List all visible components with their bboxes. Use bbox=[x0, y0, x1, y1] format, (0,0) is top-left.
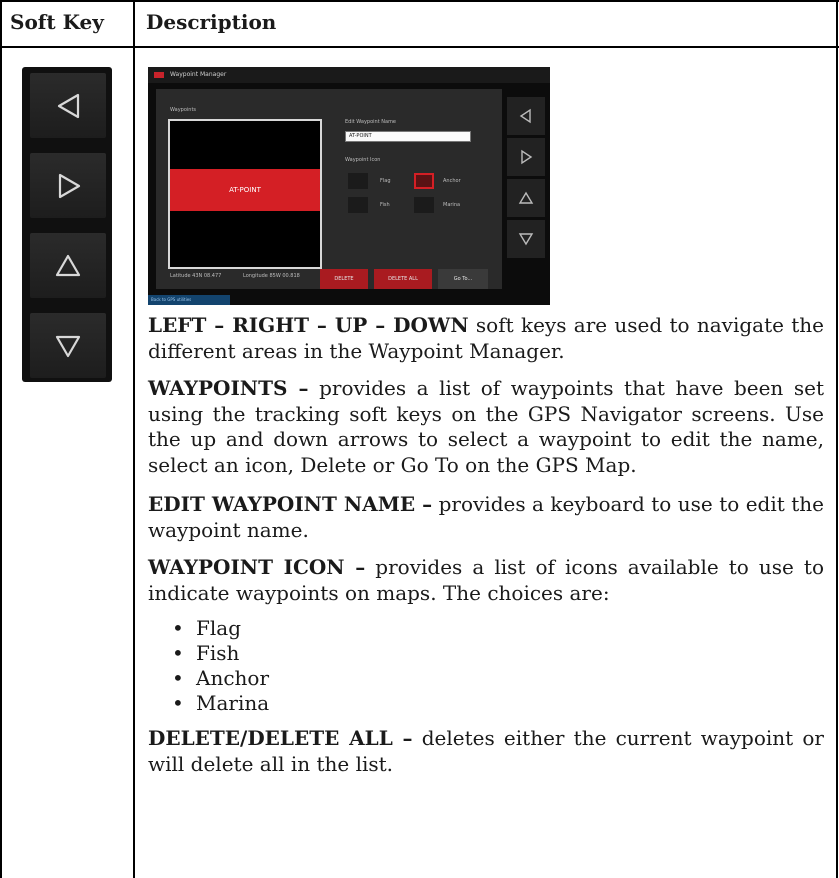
navigation-keys-paragraph: LEFT – RIGHT – UP – DOWN soft keys are u… bbox=[148, 313, 824, 364]
longitude-readout: Longitude 85W 00.818 bbox=[243, 273, 300, 279]
brand-logo-icon bbox=[154, 72, 164, 78]
table-border-left bbox=[0, 0, 2, 878]
header-description: Description bbox=[146, 10, 277, 34]
soft-key-strip bbox=[22, 67, 112, 382]
screen-up-key[interactable] bbox=[507, 179, 545, 217]
list-item: Flag bbox=[172, 616, 269, 641]
down-soft-key[interactable] bbox=[30, 313, 106, 378]
waypoints-label: Waypoints bbox=[170, 107, 197, 113]
anchor-option-icon[interactable] bbox=[414, 173, 434, 189]
list-item: Marina bbox=[172, 691, 269, 716]
list-item: Anchor bbox=[172, 666, 269, 691]
screen-left-key[interactable] bbox=[507, 97, 545, 135]
waypoint-name-field[interactable]: AT-POINT bbox=[345, 131, 471, 142]
icon-choices-list: Flag Fish Anchor Marina bbox=[172, 616, 269, 716]
table-column-divider bbox=[133, 0, 135, 878]
left-arrow-icon bbox=[519, 108, 531, 124]
left-arrow-icon bbox=[57, 93, 80, 119]
delete-paragraph: DELETE/DELETE ALL – deletes either the c… bbox=[148, 726, 824, 777]
waypoint-icon-term: WAYPOINT ICON – bbox=[148, 555, 366, 579]
list-item: Fish bbox=[172, 641, 269, 666]
table-header-divider bbox=[0, 46, 839, 48]
down-arrow-icon bbox=[518, 233, 534, 246]
anchor-option-label: Anchor bbox=[443, 178, 461, 184]
waypoints-paragraph: WAYPOINTS – provides a list of waypoints… bbox=[148, 376, 824, 478]
left-soft-key[interactable] bbox=[30, 73, 106, 138]
edit-name-paragraph: EDIT WAYPOINT NAME – provides a keyboard… bbox=[148, 492, 824, 543]
delete-button[interactable]: DELETE bbox=[320, 269, 368, 289]
waypoint-icon-label: Waypoint Icon bbox=[345, 157, 381, 163]
waypoint-manager-screenshot: Waypoint Manager Waypoints AT-POINT Edit… bbox=[148, 67, 550, 305]
up-arrow-icon bbox=[518, 191, 534, 204]
edit-name-label: Edit Waypoint Name bbox=[345, 119, 397, 125]
waypoint-icon-paragraph: WAYPOINT ICON – provides a list of icons… bbox=[148, 555, 824, 606]
right-arrow-icon bbox=[58, 173, 81, 199]
marina-option-label: Marina bbox=[443, 202, 461, 208]
marina-option-icon[interactable] bbox=[414, 197, 434, 213]
fish-option-icon[interactable] bbox=[348, 197, 368, 213]
down-arrow-icon bbox=[55, 335, 81, 358]
flag-option-label: Flag bbox=[380, 178, 391, 184]
delete-term: DELETE/DELETE ALL – bbox=[148, 726, 413, 750]
go-to-button[interactable]: Go To... bbox=[438, 269, 488, 289]
fish-option-label: Fish bbox=[380, 202, 390, 208]
table-border-right bbox=[836, 0, 838, 878]
status-bar[interactable]: Back to GPS utilities bbox=[148, 295, 230, 305]
navigation-keys-term: LEFT – RIGHT – UP – DOWN bbox=[148, 313, 469, 337]
flag-option-icon[interactable] bbox=[348, 173, 368, 189]
header-soft-key: Soft Key bbox=[10, 10, 104, 34]
right-soft-key[interactable] bbox=[30, 153, 106, 218]
delete-all-button[interactable]: DELETE ALL bbox=[374, 269, 432, 289]
latitude-readout: Latitude 43N 08.477 bbox=[170, 273, 222, 279]
screen-down-key[interactable] bbox=[507, 220, 545, 258]
screen-title: Waypoint Manager bbox=[148, 67, 550, 83]
edit-name-term: EDIT WAYPOINT NAME – bbox=[148, 492, 433, 516]
waypoints-term: WAYPOINTS – bbox=[148, 376, 309, 400]
table-border-top bbox=[0, 0, 839, 2]
up-soft-key[interactable] bbox=[30, 233, 106, 298]
screen-right-key[interactable] bbox=[507, 138, 545, 176]
waypoint-list[interactable]: AT-POINT bbox=[168, 119, 322, 269]
right-arrow-icon bbox=[521, 149, 533, 165]
selected-waypoint[interactable]: AT-POINT bbox=[170, 169, 320, 211]
up-arrow-icon bbox=[55, 254, 81, 277]
